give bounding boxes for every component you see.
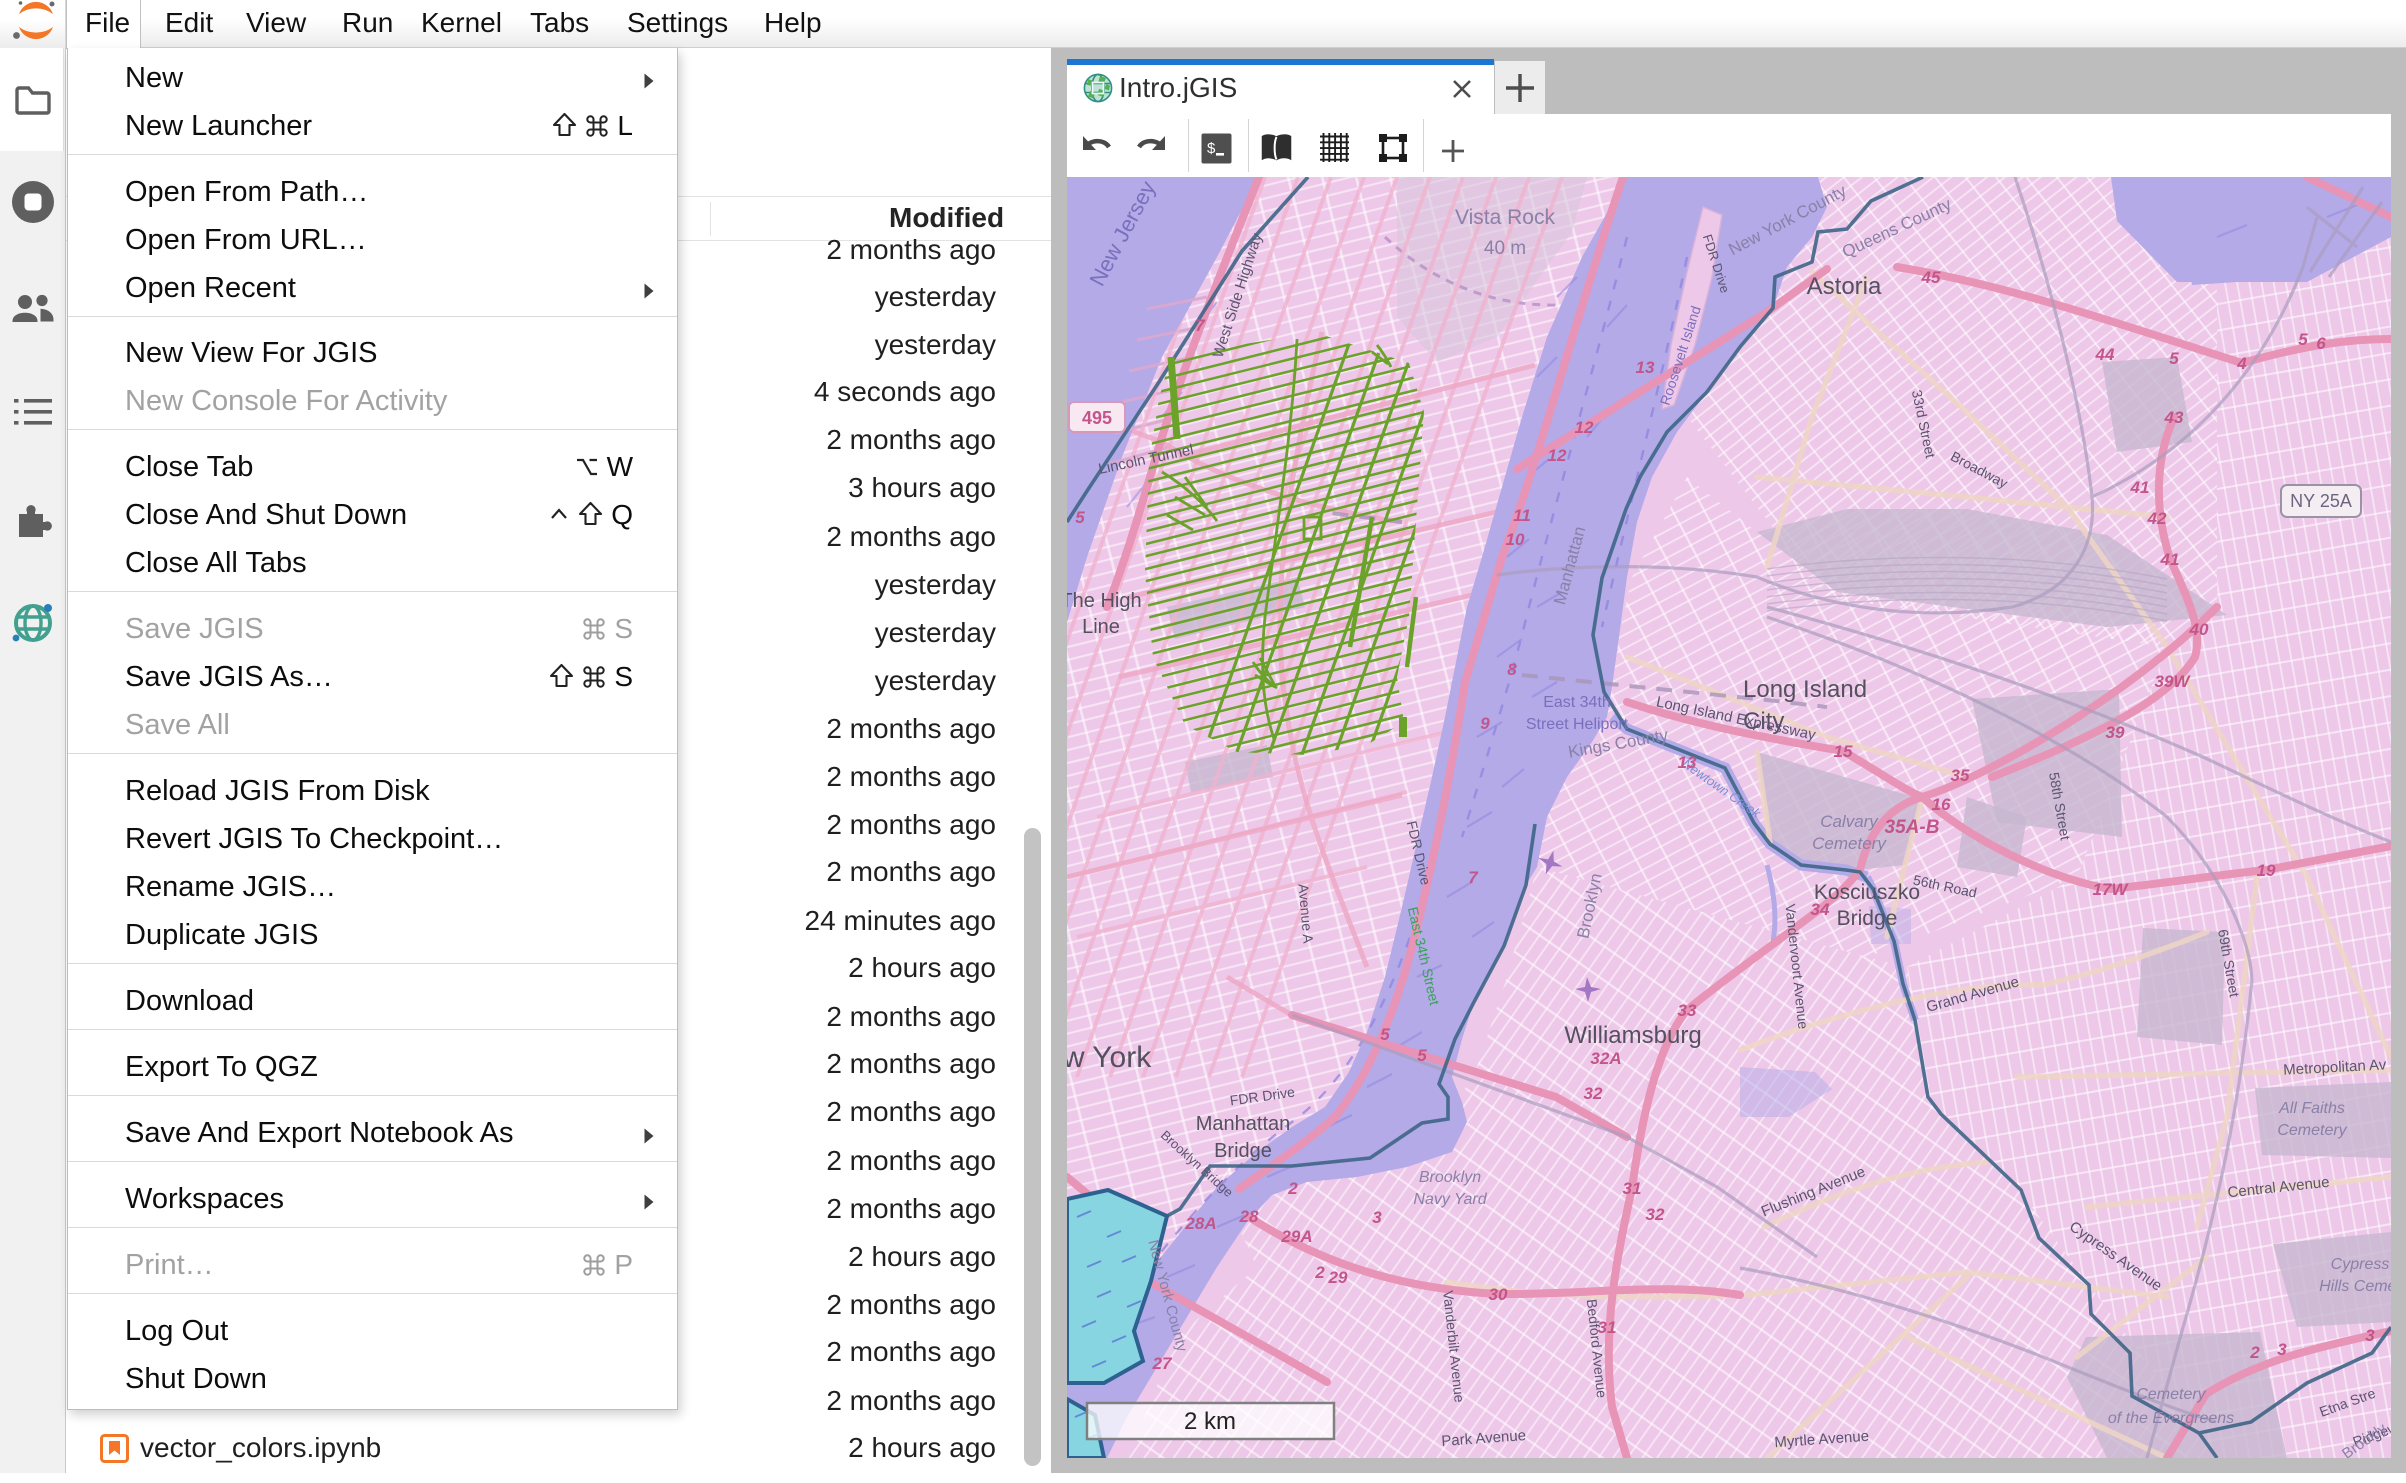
svg-text:32: 32 (1584, 1084, 1603, 1103)
svg-text:8: 8 (1507, 660, 1517, 679)
svg-text:13: 13 (1636, 358, 1655, 377)
svg-text:495: 495 (1082, 408, 1112, 428)
svg-text:Williamsburg: Williamsburg (1564, 1022, 1701, 1049)
svg-text:NY 25A: NY 25A (2290, 491, 2352, 511)
svg-text:7: 7 (1468, 868, 1479, 887)
svg-text:Manhattan: Manhattan (1196, 1113, 1291, 1135)
svg-text:13: 13 (1678, 753, 1697, 772)
svg-text:Navy Yard: Navy Yard (1413, 1191, 1487, 1208)
svg-text:39W: 39W (2155, 672, 2192, 691)
svg-text:Hills Cemet: Hills Cemet (2319, 1278, 2391, 1295)
svg-text:East 34th: East 34th (1543, 694, 1611, 711)
svg-text:40: 40 (2189, 620, 2209, 639)
svg-text:39: 39 (2106, 723, 2125, 742)
svg-text:Kosciuszko: Kosciuszko (1814, 881, 1920, 904)
svg-text:19: 19 (2257, 861, 2276, 880)
svg-text:41: 41 (2130, 478, 2150, 497)
svg-text:43: 43 (2164, 408, 2184, 427)
svg-text:29: 29 (1328, 1268, 1348, 1287)
svg-text:$: $ (1207, 140, 1216, 157)
svg-text:2: 2 (1287, 1179, 1298, 1198)
svg-text:Cemetery: Cemetery (2136, 1386, 2206, 1403)
svg-text:3: 3 (1372, 1208, 1382, 1227)
svg-text:29A: 29A (1280, 1227, 1312, 1246)
svg-text:of the Evergreens: of the Evergreens (2108, 1410, 2234, 1427)
svg-text:28: 28 (1239, 1207, 1259, 1226)
svg-text:15: 15 (1834, 742, 1853, 761)
svg-text:The High: The High (1067, 590, 1142, 612)
svg-text:Vista Rock: Vista Rock (1455, 206, 1555, 229)
svg-text:Calvary: Calvary (1820, 812, 1879, 831)
svg-text:40 m: 40 m (1484, 238, 1526, 259)
svg-text:31: 31 (1598, 1318, 1617, 1337)
svg-text:Cemetery: Cemetery (1812, 834, 1887, 853)
svg-text:27: 27 (1152, 1354, 1173, 1373)
svg-text:12: 12 (1575, 418, 1594, 437)
svg-text:5: 5 (1075, 508, 1085, 527)
svg-text:Cypress: Cypress (2331, 1256, 2390, 1273)
svg-text:35A-B: 35A-B (1885, 817, 1940, 838)
svg-text:32A: 32A (1590, 1049, 1621, 1068)
svg-text:Cemetery: Cemetery (2277, 1122, 2347, 1139)
svg-text:2: 2 (1314, 1263, 1325, 1282)
svg-text:33: 33 (1678, 1001, 1697, 1020)
svg-text:31: 31 (1623, 1179, 1642, 1198)
svg-text:30: 30 (1489, 1285, 1508, 1304)
svg-text:Brooklyn: Brooklyn (1419, 1169, 1481, 1186)
svg-text:5: 5 (2169, 349, 2179, 368)
svg-text:5: 5 (1380, 1025, 1390, 1044)
svg-text:35: 35 (1951, 766, 1970, 785)
svg-text:34: 34 (1811, 900, 1830, 919)
svg-text:5: 5 (2298, 330, 2308, 349)
svg-text:5: 5 (1417, 1046, 1427, 1065)
svg-text:41: 41 (2160, 550, 2180, 569)
svg-text:12: 12 (1548, 446, 1567, 465)
svg-text:17W: 17W (2093, 880, 2130, 899)
svg-text:11: 11 (1513, 506, 1531, 525)
svg-text:32: 32 (1646, 1205, 1665, 1224)
svg-text:All Faiths: All Faiths (2278, 1100, 2345, 1117)
svg-text:4: 4 (2236, 354, 2247, 373)
svg-text:3: 3 (2365, 1326, 2375, 1345)
svg-text:7: 7 (1195, 316, 1206, 335)
svg-text:9: 9 (1480, 714, 1490, 733)
svg-text:Astoria: Astoria (1807, 273, 1882, 300)
svg-text:Long Island: Long Island (1743, 676, 1867, 703)
svg-text:Bridge: Bridge (1214, 1140, 1272, 1162)
svg-text:10: 10 (1506, 530, 1525, 549)
svg-text:3: 3 (2277, 1340, 2287, 1359)
svg-text:28A: 28A (1184, 1214, 1216, 1233)
svg-text:16: 16 (1932, 795, 1951, 814)
svg-text:44: 44 (2095, 345, 2115, 364)
svg-text:6: 6 (2316, 334, 2326, 353)
svg-text:w York: w York (1067, 1041, 1152, 1074)
svg-text:42: 42 (2147, 509, 2167, 528)
svg-text:2: 2 (2249, 1343, 2260, 1362)
svg-text:Line: Line (1082, 616, 1120, 638)
svg-text:Street Heliport: Street Heliport (1526, 716, 1629, 733)
svg-text:Bridge: Bridge (1837, 907, 1898, 930)
svg-text:45: 45 (1921, 268, 1941, 287)
svg-text:2 km: 2 km (1184, 1408, 1236, 1435)
